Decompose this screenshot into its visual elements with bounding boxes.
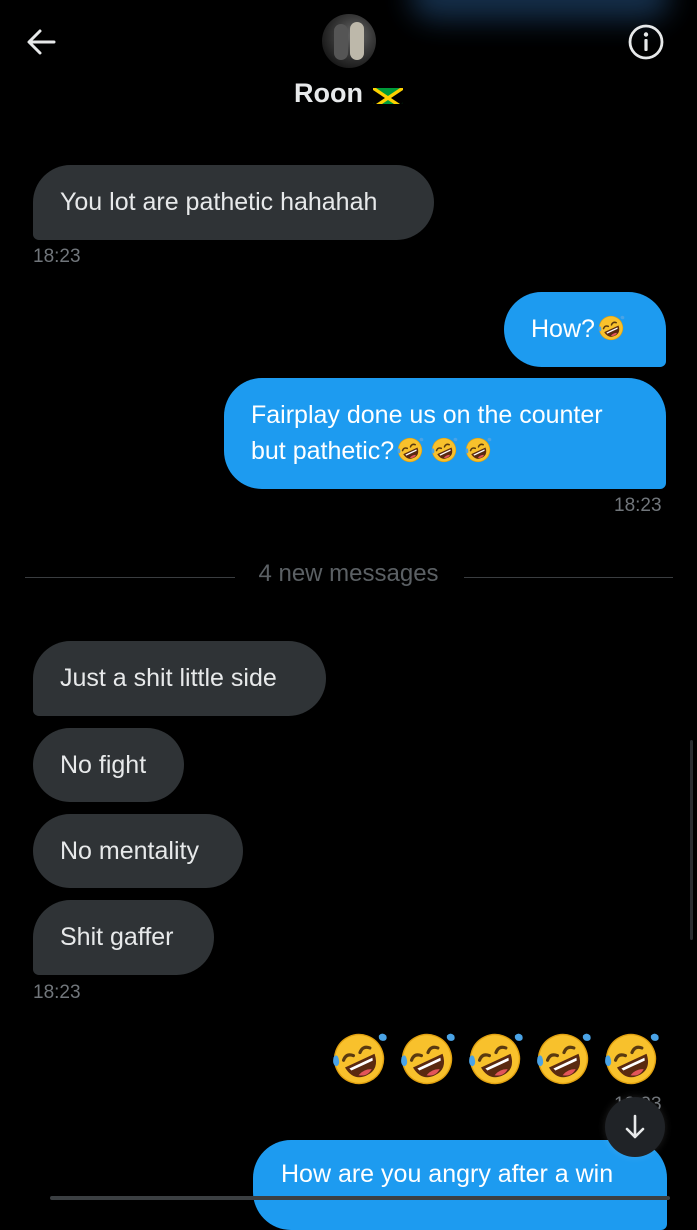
message-text: No fight — [60, 751, 147, 779]
message-text: How? — [531, 315, 595, 343]
message-text-line: but pathetic? — [251, 433, 639, 469]
info-button[interactable] — [626, 22, 666, 62]
message-text: No mentality — [60, 837, 199, 865]
avatar-figure — [334, 24, 348, 60]
avatar[interactable] — [322, 14, 376, 68]
incoming-message[interactable]: Shit gaffer — [33, 900, 214, 975]
rofl-emoji-icon — [466, 1030, 524, 1088]
message-text: Just a shit little side — [60, 664, 277, 692]
back-button[interactable] — [22, 22, 62, 62]
rofl-emoji-icon — [464, 436, 492, 464]
outgoing-message[interactable]: Fairplay done us on the counter but path… — [224, 378, 666, 489]
message-text: How are you angry after a win — [281, 1160, 614, 1188]
scrollbar[interactable] — [690, 740, 693, 940]
message-timestamp: 18:23 — [614, 495, 662, 516]
arrow-down-icon — [625, 1114, 645, 1139]
incoming-message[interactable]: Just a shit little side — [33, 641, 326, 716]
contact-name[interactable]: Roon — [0, 78, 697, 109]
contact-name-label: Roon — [294, 78, 363, 108]
jamaica-flag-icon — [372, 84, 403, 104]
message-text: Shit gaffer — [60, 923, 174, 951]
rofl-emoji-icon — [597, 314, 625, 342]
rofl-emoji-icon — [396, 436, 424, 464]
rofl-emoji-icon — [330, 1030, 388, 1088]
message-text: but pathetic? — [251, 437, 395, 465]
avatar-figure — [350, 22, 364, 60]
message-text: You lot are pathetic hahahah — [60, 188, 378, 216]
info-circle-icon — [628, 24, 664, 60]
emoji-only-message[interactable] — [330, 1030, 664, 1090]
incoming-message[interactable]: You lot are pathetic hahahah — [33, 165, 434, 240]
message-text-line: Fairplay done us on the counter — [251, 401, 603, 429]
rofl-emoji-icon — [398, 1030, 456, 1088]
rofl-emoji-icon — [430, 436, 458, 464]
arrow-left-icon — [27, 29, 56, 55]
incoming-message[interactable]: No fight — [33, 728, 184, 802]
message-timestamp: 18:23 — [33, 246, 81, 267]
rofl-emoji-icon — [534, 1030, 592, 1088]
message-timestamp: 18:23 — [33, 982, 81, 1003]
scroll-to-bottom-button[interactable] — [605, 1097, 665, 1157]
incoming-message[interactable]: No mentality — [33, 814, 243, 888]
new-messages-divider: 4 new messages — [258, 560, 439, 587]
rofl-emoji-icon — [602, 1030, 660, 1088]
outgoing-message[interactable]: How? — [504, 292, 666, 367]
composer-edge — [50, 1196, 670, 1200]
conversation-header: Roon — [0, 0, 697, 130]
